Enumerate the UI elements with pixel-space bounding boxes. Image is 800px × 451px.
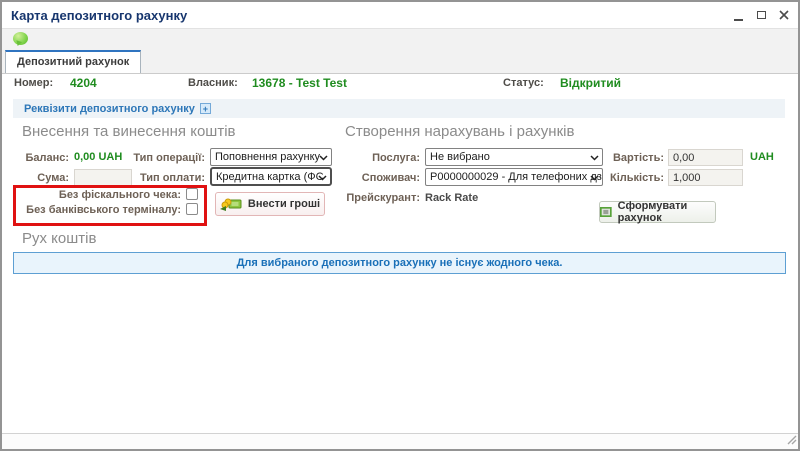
comment-balloon-icon[interactable] <box>13 32 28 45</box>
cost-currency: UAH <box>750 151 774 163</box>
number-value: 4204 <box>70 76 97 90</box>
consumer-label: Споживач: <box>350 172 420 184</box>
minimize-icon <box>734 19 743 21</box>
maximize-button[interactable] <box>753 7 769 23</box>
deposit-account-card-window: Карта депозитного рахунку Депозитний рах… <box>0 0 800 451</box>
title-bar: Карта депозитного рахунку <box>2 2 798 29</box>
payment-type-label: Тип оплати: <box>122 172 205 184</box>
pricelist-value: Rack Rate <box>425 192 478 204</box>
status-bar <box>2 433 798 449</box>
deposit-money-button-label: Внести гроші <box>248 198 320 210</box>
resize-grip[interactable] <box>786 434 797 448</box>
money-in-icon <box>220 197 242 211</box>
chevron-down-icon <box>590 155 599 161</box>
owner-label: Власник: <box>188 77 238 89</box>
owner-value: 13678 - Test Test <box>252 76 347 90</box>
cost-input[interactable]: 0,00 <box>668 149 743 166</box>
status-value: Відкритий <box>560 76 621 90</box>
toolbar <box>2 29 798 51</box>
chevron-down-icon <box>319 155 328 161</box>
window-controls <box>730 7 792 23</box>
balance-value: 0,00 UAH <box>74 151 122 163</box>
quantity-label: Кількість: <box>600 172 664 184</box>
details-expander-label: Реквізити депозитного рахунку <box>24 103 195 115</box>
details-expander[interactable]: Реквізити депозитного рахунку + <box>13 99 785 118</box>
payment-type-value: Кредитна картка (ФС <box>216 171 324 183</box>
tab-deposit-account[interactable]: Депозитний рахунок <box>5 50 141 73</box>
expand-plus-icon[interactable]: + <box>200 103 211 114</box>
chevron-down-icon <box>318 175 327 181</box>
service-select[interactable]: Не вибрано <box>425 148 603 166</box>
generate-invoice-button-label: Сформувати рахунок <box>618 200 715 224</box>
cost-value: 0,00 <box>673 152 694 164</box>
no-bank-terminal-checkbox[interactable] <box>186 203 198 215</box>
movements-section-title: Рух коштів <box>22 230 96 247</box>
window-title: Карта депозитного рахунку <box>11 8 187 23</box>
charges-section-title: Створення нарахувань і рахунків <box>345 123 574 140</box>
amount-label: Сума: <box>14 172 69 184</box>
operation-type-value: Поповнення рахунку <box>215 151 320 163</box>
invoice-icon <box>600 206 612 218</box>
payment-type-select[interactable]: Кредитна картка (ФС <box>210 167 332 186</box>
service-value: Не вибрано <box>430 151 490 163</box>
consumer-value: P0000000029 - Для телефоних дзв <box>430 171 603 183</box>
generate-invoice-button[interactable]: Сформувати рахунок <box>599 201 716 223</box>
empty-movements-message-bar: Для вибраного депозитного рахунку не існ… <box>13 252 786 274</box>
quantity-input[interactable]: 1,000 <box>668 169 743 186</box>
pricelist-label: Прейскурант: <box>340 192 420 204</box>
tab-strip: Депозитний рахунок <box>2 50 798 74</box>
quantity-value: 1,000 <box>673 172 701 184</box>
status-label: Статус: <box>503 77 544 89</box>
number-label: Номер: <box>14 77 53 89</box>
no-fiscal-check-checkbox[interactable] <box>186 188 198 200</box>
minimize-button[interactable] <box>730 7 746 23</box>
no-bank-terminal-label: Без банківського терміналу: <box>16 204 181 216</box>
operation-type-select[interactable]: Поповнення рахунку <box>210 148 332 166</box>
empty-movements-message: Для вибраного депозитного рахунку не існ… <box>237 257 563 269</box>
maximize-icon <box>757 11 766 19</box>
consumer-select[interactable]: P0000000029 - Для телефоних дзв <box>425 168 603 186</box>
no-fiscal-check-label: Без фіскального чека: <box>16 189 181 201</box>
balance-label: Баланс: <box>14 152 69 164</box>
cost-label: Вартість: <box>600 152 664 164</box>
chevron-down-icon <box>590 175 599 181</box>
close-button[interactable] <box>776 7 792 23</box>
operation-type-label: Тип операції: <box>122 152 205 164</box>
deposit-money-button[interactable]: Внести гроші <box>215 192 325 216</box>
service-label: Послуга: <box>350 152 420 164</box>
funds-section-title: Внесення та винесення коштів <box>22 123 236 140</box>
close-icon <box>779 10 789 20</box>
resize-grip-icon <box>786 434 797 445</box>
